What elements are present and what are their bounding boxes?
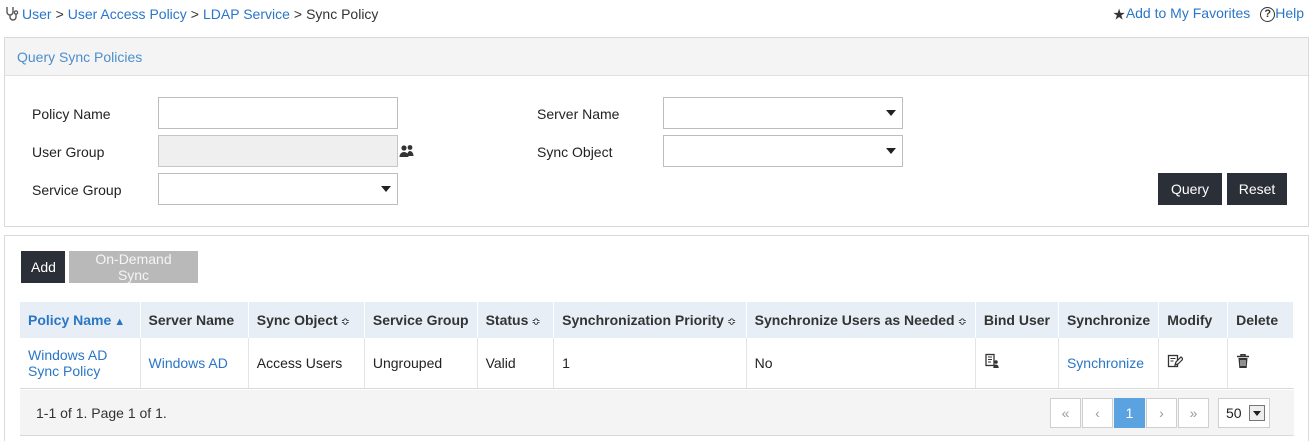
col-status[interactable]: Status ≎ bbox=[477, 302, 555, 338]
pagination-bar: 1-1 of 1. Page 1 of 1. « ‹ 1 › » 50 bbox=[20, 390, 1294, 436]
add-to-favorites-link[interactable]: Add to My Favorites bbox=[1126, 5, 1251, 21]
star-plus-icon[interactable]: ★ bbox=[1112, 6, 1125, 23]
top-links: ★Add to My Favorites ? Help bbox=[1112, 5, 1304, 23]
service-group-select[interactable] bbox=[158, 173, 398, 205]
sync-object-cell: Access Users bbox=[248, 338, 365, 389]
page-size-value: 50 bbox=[1226, 405, 1242, 421]
col-sync-as-needed[interactable]: Synchronize Users as Needed ≎ bbox=[746, 302, 976, 338]
col-sync-object[interactable]: Sync Object ≎ bbox=[248, 302, 365, 338]
list-panel: Add On-Demand Sync Policy Name ▲ Server N… bbox=[4, 235, 1309, 441]
breadcrumb: User > User Access Policy > LDAP Service > Syn… bbox=[4, 6, 378, 24]
bind-user-icon[interactable] bbox=[984, 353, 1000, 373]
help-icon[interactable]: ? bbox=[1260, 6, 1276, 22]
policy-name-field[interactable] bbox=[159, 98, 397, 128]
sync-object-select[interactable] bbox=[663, 135, 903, 167]
breadcrumb-separator: > bbox=[293, 6, 303, 22]
col-service-group: Service Group bbox=[364, 302, 478, 338]
table-header-row: Policy Name ▲ Server Name Sync Object ≎ Se… bbox=[20, 302, 1294, 338]
page-size-select[interactable]: 50 bbox=[1218, 398, 1270, 428]
sort-icon: ≎ bbox=[340, 316, 350, 328]
query-button[interactable]: Query bbox=[1158, 173, 1222, 205]
breadcrumb-user-access-policy[interactable]: User Access Policy bbox=[68, 6, 187, 22]
service-group-cell: Ungrouped bbox=[364, 338, 478, 389]
service-group-label: Service Group bbox=[32, 182, 122, 198]
query-panel-title: Query Sync Policies bbox=[5, 38, 1308, 76]
sync-policy-table: Policy Name ▲ Server Name Sync Object ≎ Se… bbox=[20, 302, 1294, 389]
server-name-label: Server Name bbox=[537, 106, 620, 122]
server-name-link[interactable]: Windows AD bbox=[149, 355, 228, 371]
next-page-button[interactable]: › bbox=[1146, 398, 1177, 428]
sync-object-label: Sync Object bbox=[537, 144, 613, 160]
on-demand-sync-button[interactable]: On-Demand Sync bbox=[69, 251, 198, 283]
chevron-down-icon bbox=[1249, 405, 1265, 421]
col-bind-user: Bind User bbox=[975, 302, 1059, 338]
col-policy-name[interactable]: Policy Name ▲ bbox=[20, 302, 141, 338]
breadcrumb-separator: > bbox=[55, 6, 64, 22]
select-users-icon[interactable] bbox=[399, 144, 415, 161]
col-modify: Modify bbox=[1158, 302, 1229, 338]
breadcrumb-user[interactable]: User bbox=[22, 6, 52, 22]
add-button[interactable]: Add bbox=[21, 251, 65, 283]
prev-page-button[interactable]: ‹ bbox=[1082, 398, 1113, 428]
sync-as-needed-cell: No bbox=[746, 338, 976, 389]
user-group-label: User Group bbox=[32, 144, 105, 160]
breadcrumb-ldap-service[interactable]: LDAP Service bbox=[203, 6, 290, 22]
col-sync-priority[interactable]: Synchronization Priority ≎ bbox=[553, 302, 747, 338]
top-bar: User > User Access Policy > LDAP Service > Syn… bbox=[0, 0, 1310, 30]
chevron-down-icon bbox=[381, 186, 391, 192]
col-server-name: Server Name bbox=[140, 302, 249, 338]
pagination-summary: 1-1 of 1. Page 1 of 1. bbox=[36, 405, 167, 421]
page-1-button[interactable]: 1 bbox=[1114, 398, 1145, 428]
first-page-button[interactable]: « bbox=[1050, 398, 1081, 428]
policy-name-label: Policy Name bbox=[32, 106, 111, 122]
table-row: Windows AD Sync Policy Windows AD Access… bbox=[20, 338, 1294, 389]
sort-ascending-icon: ▲ bbox=[114, 316, 126, 328]
status-cell: Valid bbox=[477, 338, 555, 389]
breadcrumb-current: Sync Policy bbox=[306, 6, 379, 22]
sort-icon: ≎ bbox=[726, 316, 737, 328]
edit-icon[interactable] bbox=[1167, 354, 1185, 373]
stethoscope-icon bbox=[4, 6, 22, 24]
help-link[interactable]: Help bbox=[1275, 5, 1304, 21]
chevron-down-icon bbox=[886, 148, 896, 154]
user-group-input bbox=[158, 135, 398, 167]
trash-icon[interactable] bbox=[1236, 353, 1250, 373]
breadcrumb-separator: > bbox=[190, 6, 199, 22]
col-delete: Delete bbox=[1227, 302, 1294, 338]
sort-icon: ≎ bbox=[957, 316, 967, 328]
synchronize-link[interactable]: Synchronize bbox=[1067, 355, 1144, 371]
col-synchronize: Synchronize bbox=[1058, 302, 1160, 338]
chevron-down-icon bbox=[886, 110, 896, 116]
reset-button[interactable]: Reset bbox=[1227, 173, 1287, 205]
last-page-button[interactable]: » bbox=[1178, 398, 1209, 428]
query-panel: Query Sync Policies Policy Name User Gro… bbox=[4, 37, 1309, 227]
sort-icon: ≎ bbox=[531, 316, 541, 328]
policy-name-link[interactable]: Windows AD Sync Policy bbox=[28, 347, 107, 379]
priority-cell: 1 bbox=[553, 338, 747, 389]
policy-name-input[interactable] bbox=[158, 97, 398, 129]
server-name-select[interactable] bbox=[663, 97, 903, 129]
